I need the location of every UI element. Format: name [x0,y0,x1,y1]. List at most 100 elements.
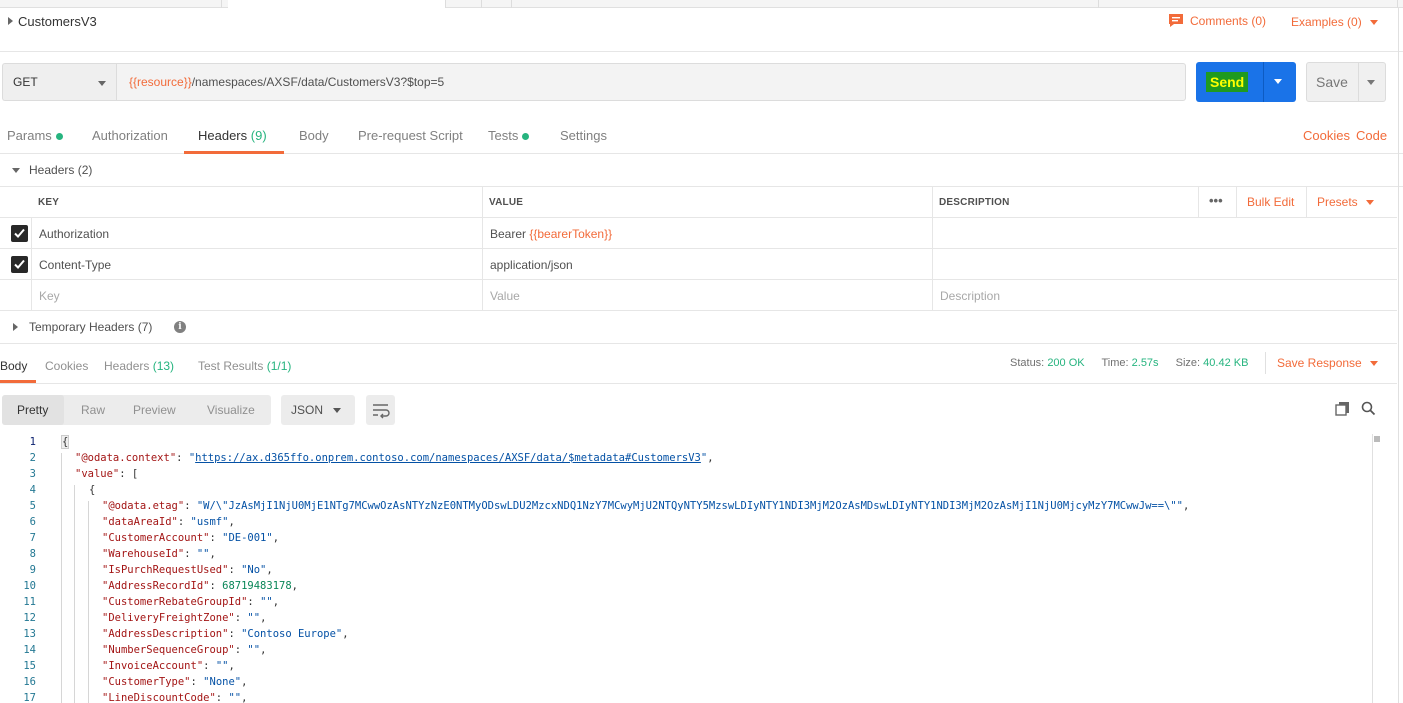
headers-section-title[interactable]: Headers (2) [29,163,92,177]
tab-headers[interactable]: Headers (9) [198,128,267,143]
tab-prerequest-script[interactable]: Pre-request Script [358,128,463,143]
copy-icon[interactable] [1335,401,1350,419]
method-select[interactable]: GET [2,63,116,101]
tab-response-headers[interactable]: Headers (13) [104,359,174,373]
tab-params[interactable]: Params [7,128,63,143]
time-value[interactable]: 2.57s [1132,357,1159,369]
cookies-link[interactable]: Cookies [1303,128,1350,143]
collapse-caret-icon[interactable] [8,17,13,25]
code-line: "dataAreaId": "usmf", [102,516,235,528]
format-raw[interactable]: Raw [81,403,105,417]
response-code-editor[interactable]: 1 { 2 "@odata.context": "https://ax.d365… [0,434,1403,703]
code-line: "LineDiscountCode": "", [102,692,248,703]
header-description[interactable] [933,218,1397,249]
line-number: 16 [23,676,36,688]
send-button[interactable]: Send [1196,62,1296,102]
info-icon[interactable]: i [174,321,186,333]
new-value-input[interactable]: Value [483,280,933,311]
chevron-down-icon [1365,200,1374,206]
scrollbar-thumb[interactable] [1374,436,1380,442]
format-pretty[interactable]: Pretty [2,395,64,425]
header-description[interactable] [933,249,1397,280]
url-path: /namespaces/AXSF/data/CustomersV3?$top=5 [191,75,445,89]
save-divider [1358,63,1359,101]
code-line: "AddressDescription": "Contoso Europe", [102,628,349,640]
headers-table: KEY VALUE DESCRIPTION ••• Bulk Edit Pres… [0,187,1397,311]
send-options-chevron-icon[interactable] [1274,79,1282,84]
tab-item[interactable] [482,0,512,8]
comment-icon [1169,14,1183,27]
request-title[interactable]: CustomersV3 [18,14,97,29]
line-number: 1 [29,436,36,448]
code-line: "CustomerAccount": "DE-001", [102,532,280,544]
tab-settings[interactable]: Settings [560,128,607,143]
presets-label: Presets [1317,195,1358,209]
header-key[interactable]: Content-Type [32,249,483,280]
line-number: 14 [23,644,36,656]
tab-item[interactable] [452,0,482,8]
expand-caret-icon[interactable] [13,323,18,331]
code-scrollbar[interactable] [1372,434,1386,703]
divider [1265,352,1266,374]
line-number: 8 [29,548,36,560]
format-visualize[interactable]: Visualize [207,403,255,417]
chevron-down-icon [333,408,341,413]
tab-response-cookies[interactable]: Cookies [45,359,88,373]
line-number: 17 [23,692,36,703]
temporary-headers-title[interactable]: Temporary Headers (7) [29,320,152,334]
tab-headers-count: (9) [250,128,267,143]
time-label: Time: [1101,357,1129,369]
send-divider [1263,62,1264,102]
tests-indicator-dot [522,133,530,141]
url-input[interactable]: {{resource}}/namespaces/AXSF/data/Custom… [116,63,1186,101]
header-value[interactable]: application/json [483,249,933,280]
tab-tests[interactable]: Tests [488,128,530,143]
wrap-lines-button[interactable] [366,395,395,425]
header-key[interactable]: Authorization [32,218,483,249]
column-description: DESCRIPTION [933,187,1199,218]
table-row: Content-Type application/json [0,249,1397,280]
examples-dropdown[interactable]: Examples (0) [1291,15,1378,29]
response-status: Status: 200 OK Time: 2.57s Size: 40.42 K… [1010,357,1262,369]
format-toggle-group: Pretty Raw Preview Visualize [2,395,271,425]
tab-authorization[interactable]: Authorization [92,128,168,143]
new-key-input[interactable]: Key [32,280,483,311]
header-value[interactable]: Bearer {{bearerToken}} [483,218,933,249]
tab-response-body[interactable]: Body [0,359,27,373]
size-label: Size: [1175,357,1201,369]
tab-item-active[interactable] [228,0,446,8]
page-scrollbar[interactable] [1398,8,1403,703]
presets-dropdown[interactable]: Presets [1307,187,1397,218]
table-row-new: Key Value Description [0,280,1397,311]
search-icon[interactable] [1361,401,1376,419]
tab-item[interactable] [1098,0,1398,8]
collapse-caret-icon[interactable] [12,168,20,173]
tab-tests-label: Tests [488,128,519,143]
code-line: { [60,435,70,449]
status-value[interactable]: 200 OK [1047,357,1084,369]
context-link[interactable]: https://ax.d365ffo.onprem.contoso.com/na… [195,452,701,464]
temporary-headers-row [0,311,1397,344]
comments-button[interactable]: Comments (0) [1168,13,1266,28]
line-number: 11 [23,596,36,608]
line-number: 2 [29,452,36,464]
code-line: "value": [ [75,468,139,480]
save-button[interactable]: Save [1306,62,1386,102]
checkbox-cell [0,280,32,311]
code-line: "AddressRecordId": 68719483178, [102,580,298,592]
chevron-down-icon [1369,361,1378,367]
bulk-edit-button[interactable]: Bulk Edit [1237,187,1307,218]
language-label: JSON [291,403,324,417]
tab-item[interactable] [0,0,222,8]
tab-test-results[interactable]: Test Results (1/1) [198,359,291,373]
save-response-dropdown[interactable]: Save Response [1277,356,1378,370]
params-indicator-dot [55,133,63,141]
tab-body[interactable]: Body [299,128,329,143]
new-description-input[interactable]: Description [933,280,1397,311]
code-link[interactable]: Code [1356,128,1387,143]
format-preview[interactable]: Preview [133,403,176,417]
size-value[interactable]: 40.42 KB [1203,357,1248,369]
save-options-chevron-icon[interactable] [1367,80,1375,85]
more-options-icon[interactable]: ••• [1199,187,1237,218]
language-select[interactable]: JSON [281,395,355,425]
